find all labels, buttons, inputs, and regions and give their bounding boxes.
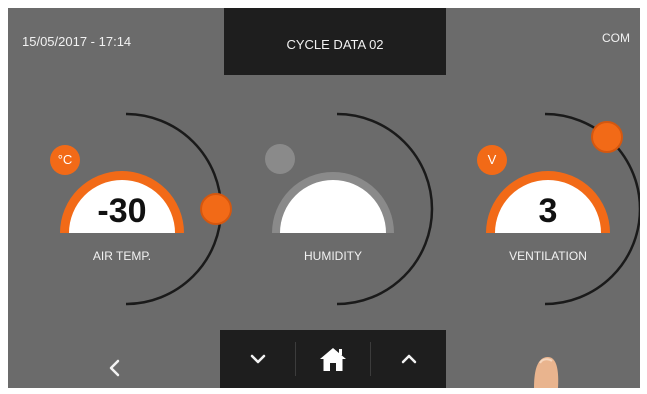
air-temp-label: AIR TEMP. (92, 249, 152, 263)
chevron-down-icon (250, 354, 265, 364)
air-temp-slider-knob[interactable] (200, 193, 232, 225)
scroll-up-button[interactable] (371, 330, 446, 388)
back-button[interactable] (100, 354, 128, 382)
finger-touch-image (534, 356, 559, 388)
control-panel-screen: 15/05/2017 - 17:14 CYCLE DATA 02 COM °C … (8, 8, 640, 388)
ventilation-unit-badge: V (477, 145, 507, 175)
chevron-up-icon (401, 354, 416, 364)
air-temp-value: -30 (97, 192, 147, 230)
humidity-slider-knob[interactable] (265, 144, 295, 174)
ventilation-slider-knob[interactable] (591, 121, 623, 153)
bottom-nav-bar (220, 330, 446, 388)
scroll-down-button[interactable] (220, 330, 295, 388)
chevron-left-icon (109, 359, 120, 377)
ventilation-value: 3 (538, 192, 558, 230)
humidity-label: HUMIDITY (304, 249, 362, 263)
ventilation-label: VENTILATION (509, 249, 587, 263)
humidity-gauge[interactable] (265, 112, 434, 306)
home-button[interactable] (296, 330, 370, 388)
home-icon (320, 348, 346, 371)
air-temp-unit-badge: °C (50, 145, 80, 175)
